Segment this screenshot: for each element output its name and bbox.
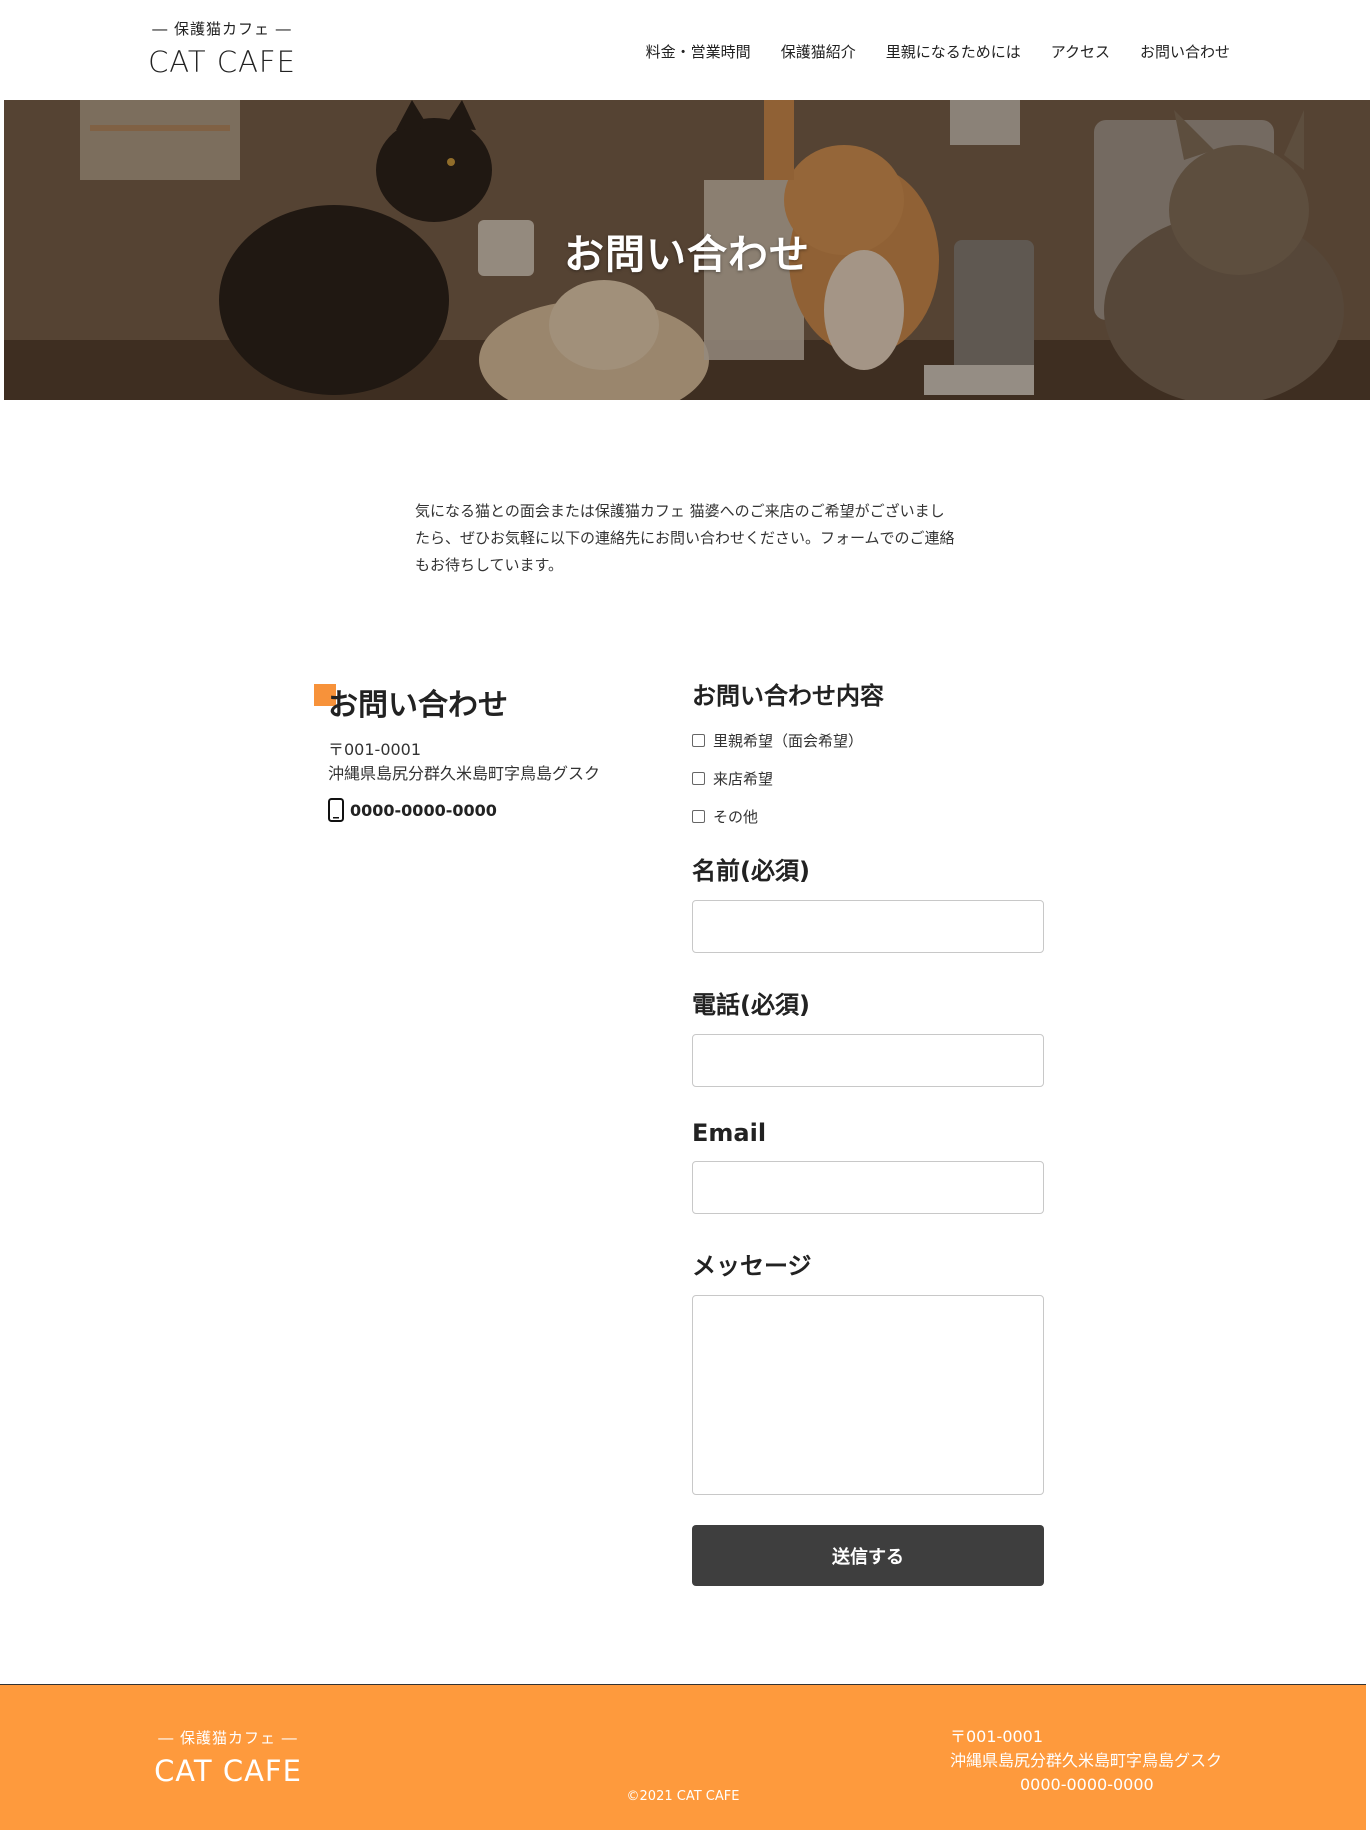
contact-phone-number[interactable]: 0000-0000-0000 bbox=[350, 801, 497, 820]
nav-item-pricing-hours[interactable]: 料金・営業時間 bbox=[646, 41, 751, 62]
nav-item-contact[interactable]: お問い合わせ bbox=[1140, 41, 1230, 62]
site-footer: ― 保護猫カフェ ― CAT CAFE ©2021 CAT CAFE 〒001-… bbox=[0, 1684, 1366, 1830]
contact-address: 沖縄県島尻分群久米島町字鳥島グスク bbox=[328, 764, 601, 783]
contact-zip: 〒001-0001 bbox=[328, 740, 422, 759]
main-nav: 料金・営業時間 保護猫紹介 里親になるためには アクセス お問い合わせ bbox=[646, 41, 1230, 62]
option-adoption-label: 里親希望（面会希望） bbox=[713, 731, 864, 750]
option-visit-label: 来店希望 bbox=[713, 769, 774, 788]
footer-zip: 〒001-0001 bbox=[950, 1727, 1044, 1746]
name-label: 名前(必須) bbox=[692, 857, 810, 885]
email-label: Email bbox=[692, 1119, 767, 1147]
checkbox-other[interactable] bbox=[692, 809, 705, 823]
contact-info-heading: お問い合わせ bbox=[314, 680, 508, 724]
mobile-phone-icon bbox=[328, 798, 344, 822]
phone-label: 電話(必須) bbox=[692, 991, 810, 1019]
message-label: メッセージ bbox=[692, 1252, 812, 1280]
contact-form: お問い合わせ内容 里親希望（面会希望） 来店希望 その他 名前(必須) 電話(必… bbox=[692, 676, 1044, 1586]
checkbox-visit[interactable] bbox=[692, 771, 705, 785]
footer-logo[interactable]: ― 保護猫カフェ ― CAT CAFE bbox=[148, 1727, 308, 1788]
site-logo[interactable]: ― 保護猫カフェ ― CAT CAFE bbox=[142, 18, 302, 79]
submit-button[interactable]: 送信する bbox=[692, 1525, 1044, 1586]
inquiry-type-label: お問い合わせ内容 bbox=[692, 682, 884, 710]
message-textarea[interactable] bbox=[692, 1295, 1044, 1495]
phone-field[interactable] bbox=[692, 1034, 1044, 1087]
email-field[interactable] bbox=[692, 1161, 1044, 1214]
logo-title: CAT CAFE bbox=[148, 45, 296, 79]
contact-phone: 0000-0000-0000 bbox=[328, 798, 497, 822]
intro-text: 気になる猫との面会または保護猫カフェ 猫婆へのご来店のご希望がございましたら、ぜ… bbox=[415, 502, 955, 574]
option-other-label: その他 bbox=[713, 807, 759, 826]
site-header: ― 保護猫カフェ ― CAT CAFE 料金・営業時間 保護猫紹介 里親になるた… bbox=[0, 0, 1370, 100]
name-field[interactable] bbox=[692, 900, 1044, 953]
logo-subtitle: ― 保護猫カフェ ― bbox=[152, 20, 292, 38]
option-adoption[interactable]: 里親希望（面会希望） bbox=[692, 721, 1044, 759]
option-other[interactable]: その他 bbox=[692, 797, 1044, 835]
footer-logo-title: CAT CAFE bbox=[154, 1754, 302, 1788]
footer-address: 沖縄県島尻分群久米島町字鳥島グスク bbox=[950, 1751, 1223, 1770]
nav-item-cats[interactable]: 保護猫紹介 bbox=[781, 41, 856, 62]
option-visit[interactable]: 来店希望 bbox=[692, 759, 1044, 797]
nav-item-access[interactable]: アクセス bbox=[1051, 41, 1110, 62]
checkbox-adoption[interactable] bbox=[692, 733, 705, 747]
footer-phone: 0000-0000-0000 bbox=[1020, 1775, 1154, 1794]
page-title: お問い合わせ bbox=[564, 232, 810, 278]
hero-banner: お問い合わせ bbox=[4, 100, 1370, 400]
nav-item-adoption[interactable]: 里親になるためには bbox=[886, 41, 1021, 62]
footer-contact-info: 〒001-0001 沖縄県島尻分群久米島町字鳥島グスク 0000-0000-00… bbox=[950, 1725, 1222, 1797]
footer-logo-subtitle: ― 保護猫カフェ ― bbox=[158, 1729, 298, 1747]
contact-title: お問い合わせ bbox=[328, 688, 508, 723]
